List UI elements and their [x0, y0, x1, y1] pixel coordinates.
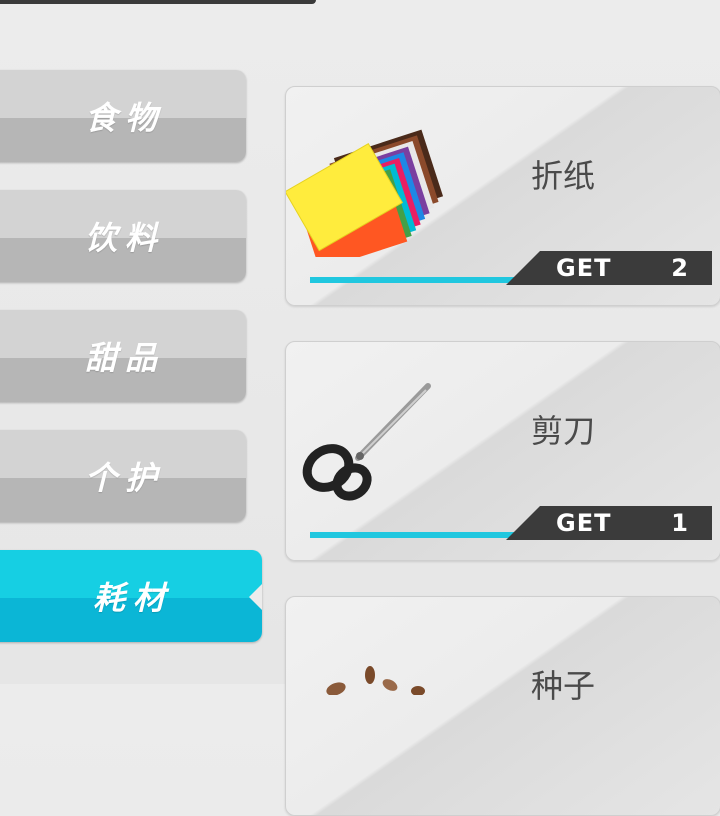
get-label: GET — [556, 254, 612, 282]
category-personal-care-button[interactable]: 个护 — [0, 430, 246, 522]
item-name: 折纸 — [531, 157, 596, 195]
item-name: 种子 — [531, 667, 596, 705]
colored-paper-icon — [286, 127, 446, 270]
get-label: GET — [556, 509, 612, 537]
category-label: 甜品 — [84, 339, 165, 377]
category-label: 食物 — [84, 99, 165, 137]
item-name: 剪刀 — [531, 412, 596, 450]
top-bar — [0, 0, 316, 4]
active-indicator — [249, 584, 262, 610]
item-card-seeds[interactable]: 种子 — [285, 596, 720, 816]
get-count-tag: GET 1 — [506, 506, 712, 540]
category-drinks-button[interactable]: 饮料 — [0, 190, 246, 282]
category-label: 饮料 — [84, 219, 165, 257]
get-count: 2 — [671, 254, 688, 282]
get-count: 1 — [671, 509, 688, 537]
progress-bar — [310, 532, 520, 538]
progress-bar — [310, 277, 520, 283]
get-count-tag: GET 2 — [506, 251, 712, 285]
category-supplies-button[interactable]: 耗材 — [0, 550, 262, 642]
category-food-button[interactable]: 食物 — [0, 70, 246, 162]
item-card-paper[interactable]: 折纸 GET 2 — [285, 86, 720, 306]
category-label: 个护 — [84, 459, 165, 497]
category-desserts-button[interactable]: 甜品 — [0, 310, 246, 402]
item-card-scissors[interactable]: 剪刀 GET 1 — [285, 341, 720, 561]
category-label: 耗材 — [92, 579, 173, 617]
seeds-icon — [306, 655, 446, 699]
scissors-icon — [300, 380, 440, 514]
